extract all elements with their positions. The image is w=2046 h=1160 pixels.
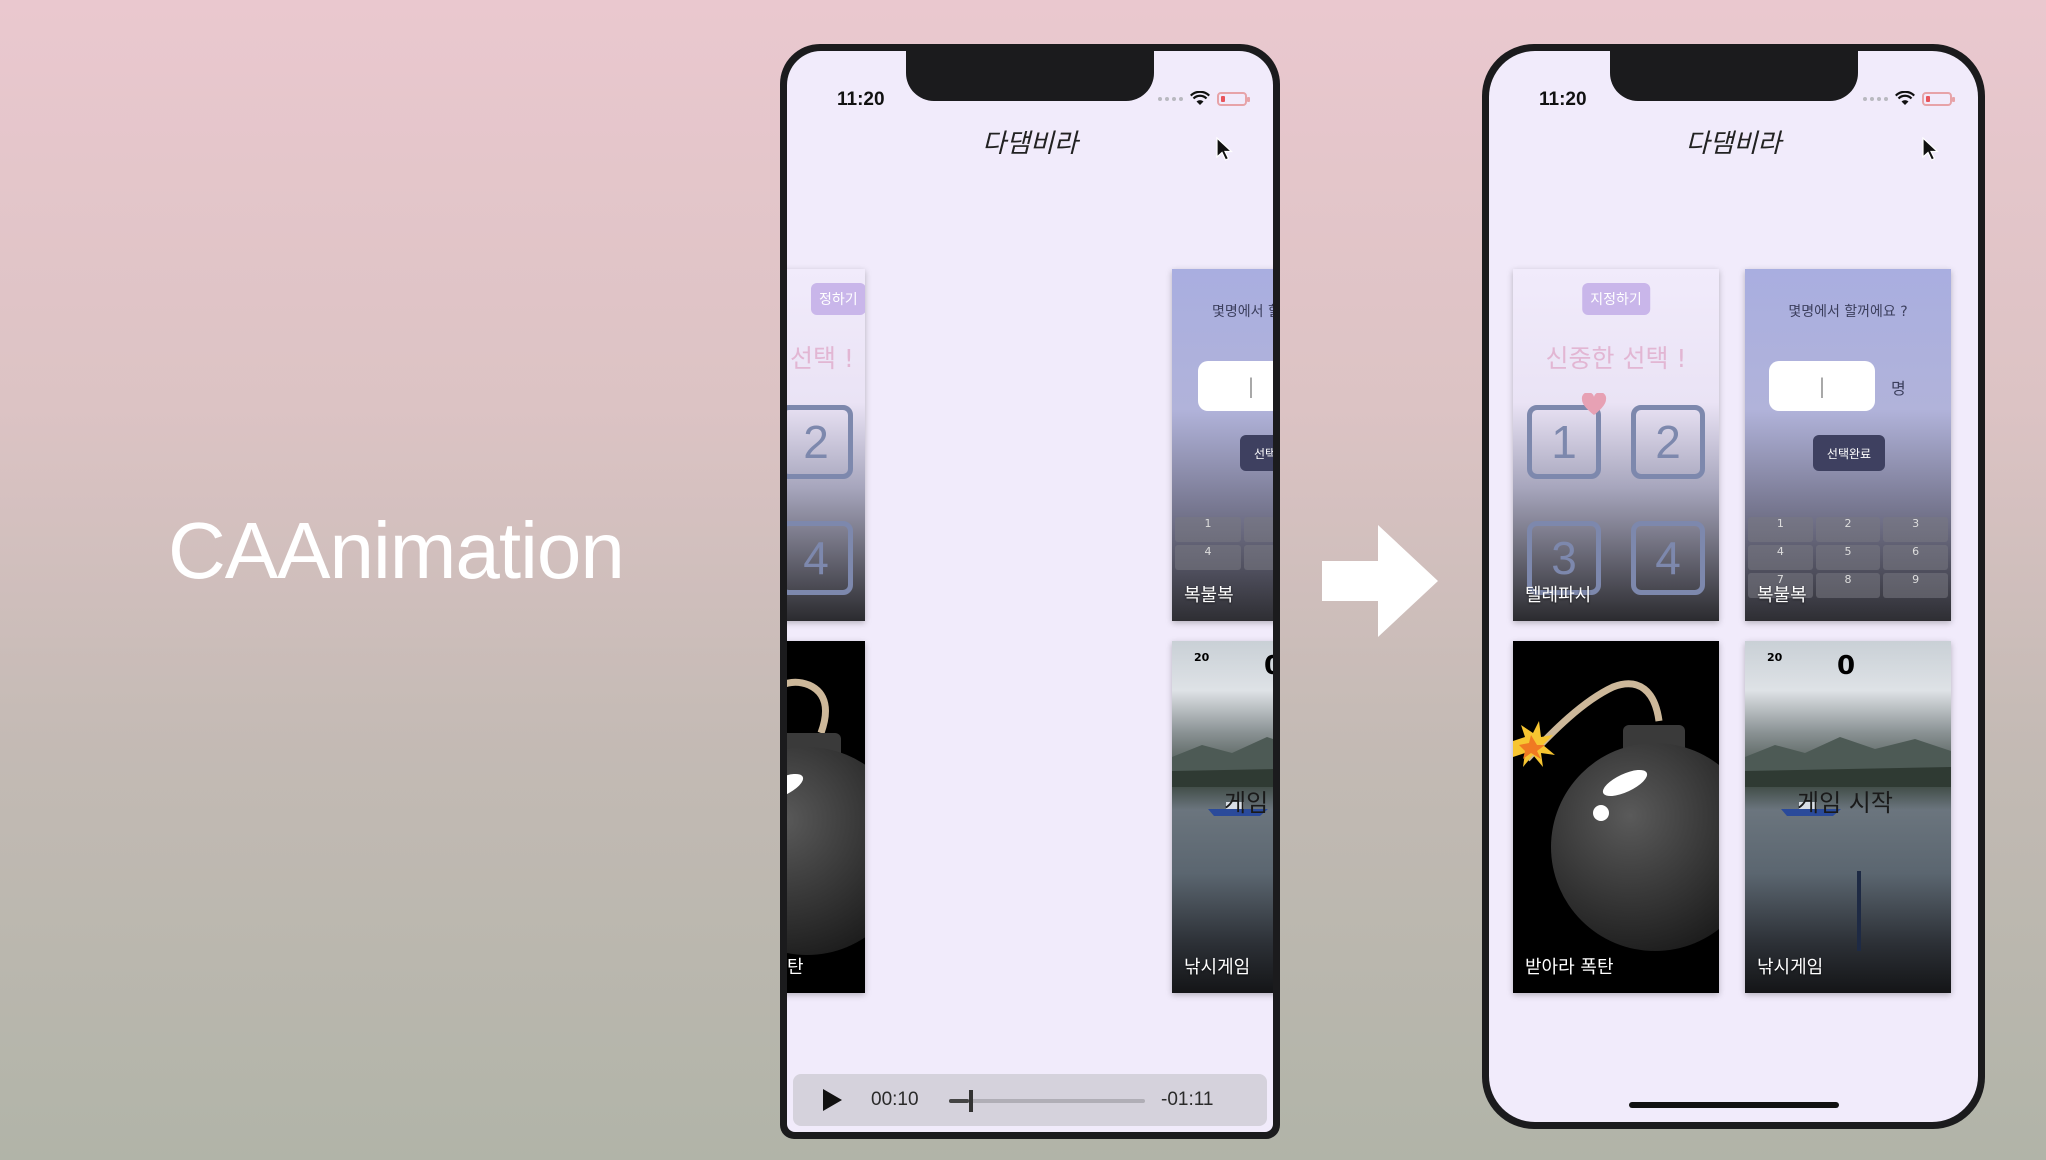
- mountains-illustration: [1172, 737, 1273, 787]
- count-card[interactable]: 몇명에서 할꺼에요 ? | 명 선택완료 1 2 3 4 5 6 7 8 9 복…: [1745, 269, 1951, 621]
- score-label: 0: [1264, 651, 1273, 681]
- battery-icon: [1217, 91, 1250, 106]
- key-1[interactable]: 1: [1748, 517, 1813, 542]
- phone-left: 11:20 다댐비라 정하기 한 선택 ! 2 4 몇명에서 할 | 선택완 1…: [780, 44, 1280, 1139]
- scrubber-thumb[interactable]: [968, 1090, 973, 1112]
- wifi-icon: [1190, 91, 1210, 105]
- telepathy-headline: 신중한 선택 !: [1545, 344, 1687, 373]
- key-1[interactable]: 1: [1175, 517, 1241, 542]
- number-box-4[interactable]: 4: [787, 521, 853, 595]
- key-5[interactable]: 5: [1815, 545, 1881, 570]
- mouse-cursor-icon: [1922, 137, 1939, 161]
- fishing-card[interactable]: 20 0 게임 시작 낚시게임: [1745, 641, 1951, 993]
- status-icons: [1863, 91, 1955, 106]
- timer-label: 20: [1194, 651, 1210, 664]
- bomb-icon: [787, 678, 865, 955]
- start-game-label[interactable]: 게임: [1224, 783, 1268, 818]
- status-time: 11:20: [837, 89, 885, 110]
- timer-label: 20: [1767, 651, 1783, 664]
- score-label: 0: [1837, 651, 1856, 681]
- number-box-4[interactable]: 4: [1631, 521, 1705, 595]
- telepathy-card[interactable]: 정하기 한 선택 ! 2 4: [787, 269, 865, 621]
- fishing-card[interactable]: 20 0 게임 낚시게임: [1172, 641, 1273, 993]
- remaining-time: -01:11: [1161, 1089, 1214, 1110]
- key-5[interactable]: 5: [1244, 545, 1273, 570]
- phone-screen: 11:20 다댐비라 지정하기 신중한 선택 ! 1 2 3 4 텔레파시 몇명…: [1489, 51, 1978, 1122]
- mouse-cursor-icon: [1216, 137, 1233, 161]
- app-title: 다댐비라: [982, 129, 1078, 159]
- current-time: 00:10: [871, 1089, 919, 1110]
- video-scrubber[interactable]: [949, 1090, 1145, 1112]
- count-card[interactable]: 몇명에서 할 | 선택완 1 2 4 5 복불복: [1172, 269, 1273, 621]
- bomb-icon: [1513, 680, 1719, 951]
- notch: [906, 51, 1154, 101]
- fishing-card-title: 낚시게임: [1757, 957, 1824, 978]
- phone-screen: 11:20 다댐비라 정하기 한 선택 ! 2 4 몇명에서 할 | 선택완 1…: [787, 51, 1273, 1132]
- signal-icon: [1863, 96, 1888, 101]
- wifi-icon: [1895, 91, 1915, 105]
- right-arrow-icon: [1322, 525, 1438, 637]
- key-3[interactable]: 3: [1883, 517, 1948, 542]
- bomb-card-title: 탄: [787, 957, 804, 978]
- signal-icon: [1158, 96, 1183, 101]
- key-9[interactable]: 9: [1883, 573, 1948, 598]
- keypad: 1 2 4 5: [1172, 517, 1273, 570]
- key-6[interactable]: 6: [1883, 545, 1948, 570]
- home-indicator[interactable]: [1628, 1102, 1839, 1108]
- telepathy-card-title: 텔레파시: [1525, 585, 1592, 606]
- notch: [1609, 51, 1858, 101]
- count-card-title: 복불복: [1184, 585, 1234, 606]
- video-controls: 00:10 -01:11: [793, 1074, 1267, 1126]
- telepathy-card[interactable]: 지정하기 신중한 선택 ! 1 2 3 4 텔레파시: [1513, 269, 1719, 621]
- select-done-button[interactable]: 선택완: [1240, 435, 1273, 471]
- people-count-input[interactable]: |: [1769, 361, 1875, 411]
- fishing-rod-illustration: [1857, 871, 1861, 951]
- key-4[interactable]: 4: [1175, 545, 1241, 570]
- people-count-input[interactable]: |: [1198, 361, 1273, 411]
- bomb-card[interactable]: 탄: [787, 641, 865, 993]
- count-question: 몇명에서 할꺼에요 ?: [1788, 304, 1908, 320]
- scrubber-fill: [949, 1099, 969, 1103]
- mountains-illustration: [1745, 737, 1951, 787]
- bomb-card-title: 받아라 폭탄: [1525, 957, 1614, 978]
- status-icons: [1158, 91, 1250, 106]
- status-time: 11:20: [1539, 89, 1587, 110]
- telepathy-chip: 정하기: [811, 283, 865, 315]
- play-icon[interactable]: [821, 1088, 843, 1112]
- bomb-card[interactable]: 받아라 폭탄: [1513, 641, 1719, 993]
- count-question: 몇명에서 할: [1212, 304, 1273, 320]
- telepathy-headline: 한 선택 !: [787, 344, 854, 373]
- telepathy-chip[interactable]: 지정하기: [1582, 283, 1650, 315]
- app-title: 다댐비라: [1685, 129, 1782, 159]
- number-box-2[interactable]: 2: [1631, 405, 1705, 479]
- select-done-button[interactable]: 선택완료: [1813, 435, 1885, 471]
- count-card-title: 복불복: [1757, 585, 1807, 606]
- key-8[interactable]: 8: [1815, 573, 1881, 598]
- key-2[interactable]: 2: [1815, 517, 1881, 542]
- slide-title: CAAnimation: [168, 506, 625, 595]
- key-2[interactable]: 2: [1244, 517, 1273, 542]
- battery-icon: [1922, 91, 1955, 106]
- fishing-card-title: 낚시게임: [1184, 957, 1251, 978]
- phone-right: 11:20 다댐비라 지정하기 신중한 선택 ! 1 2 3 4 텔레파시 몇명…: [1482, 44, 1985, 1129]
- key-4[interactable]: 4: [1748, 545, 1813, 570]
- people-unit-label: 명: [1891, 379, 1906, 398]
- start-game-label[interactable]: 게임 시작: [1797, 783, 1893, 818]
- number-box-2[interactable]: 2: [787, 405, 853, 479]
- heart-icon: [1581, 393, 1607, 415]
